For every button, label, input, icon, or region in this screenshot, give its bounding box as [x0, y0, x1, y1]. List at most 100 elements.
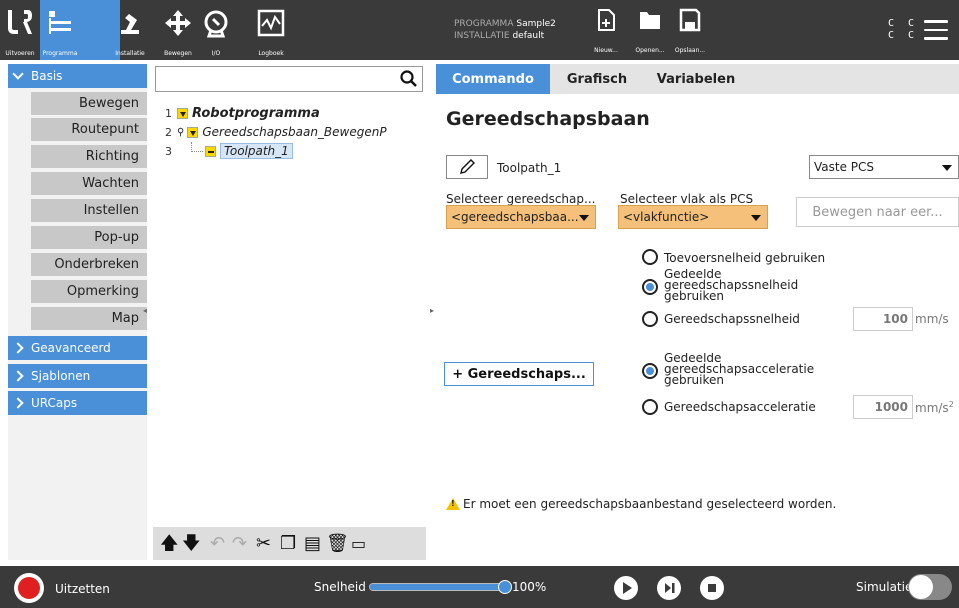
program-tab-label: Programma — [42, 50, 78, 57]
save-file-label: Opslaan... — [674, 47, 706, 54]
pcs-select[interactable]: Vaste PCS — [809, 155, 959, 179]
toolpath-file-select[interactable]: <gereedschapsbaa... — [446, 205, 596, 229]
redo-icon[interactable]: ↷ — [232, 535, 247, 553]
warning-text: Er moet een gereedschapsbaanbestand gese… — [463, 497, 837, 511]
sidebar-item-move[interactable]: Bewegen — [31, 92, 147, 117]
add-toolpath-label: + Gereedschaps... — [452, 366, 586, 382]
sidebar-item-halt[interactable]: Onderbreken — [31, 253, 147, 278]
sidebar-item-label: Onderbreken — [54, 257, 139, 272]
tab-variables-label: Variabelen — [656, 71, 736, 87]
installation-tab-label: Installatie — [115, 50, 145, 57]
collapse-right-handle-icon[interactable]: ▸ — [430, 306, 434, 315]
move-down-icon[interactable]: 🡇 — [182, 535, 201, 553]
shared-acc-line-3: gebruiken — [664, 373, 724, 387]
shared-speed-label: Gedeelde gereedschapssnelheid gebruiken — [664, 269, 798, 304]
open-file-button[interactable]: Openen... — [630, 8, 670, 58]
stop-button[interactable] — [700, 576, 724, 600]
cut-icon[interactable]: ✂ — [256, 535, 271, 553]
sidebar-item-waypoint[interactable]: Routepunt — [31, 118, 147, 143]
tab-graphics[interactable]: Grafisch — [552, 64, 642, 94]
tool-acc-unit-sup: 2 — [948, 400, 954, 409]
collapse-triangle-icon[interactable] — [177, 107, 188, 119]
simulation-toggle[interactable] — [908, 574, 952, 600]
sidebar-item-comment[interactable]: Opmerking — [31, 280, 147, 305]
speed-slider-fill — [370, 584, 508, 590]
power-off-label: Uitzetten — [55, 582, 110, 596]
warning-message: ! Er moet een gereedschapsbaanbestand ge… — [446, 497, 836, 511]
search-icon[interactable] — [400, 70, 418, 88]
installation-tab[interactable]: Installatie — [110, 0, 150, 60]
program-tab[interactable]: Programma — [40, 0, 120, 60]
shared-speed-radio[interactable] — [642, 279, 658, 295]
pin-icon: ⚲ — [177, 126, 185, 138]
feed-rate-radio[interactable] — [642, 249, 658, 265]
copy-icon[interactable]: ❐ — [280, 535, 296, 553]
tool-speed-radio[interactable] — [642, 311, 658, 327]
installation-label: INSTALLATIE — [454, 31, 510, 41]
sidebar-item-wait[interactable]: Wachten — [31, 172, 147, 197]
save-file-button[interactable]: Opslaan... — [670, 8, 710, 58]
program-info: PROGRAMMA Sample2 INSTALLATIE default — [454, 18, 556, 42]
tree-row-toolpath-1[interactable]: 3 Toolpath_1 — [165, 142, 293, 159]
program-icon — [49, 11, 71, 34]
search-input[interactable] — [155, 66, 423, 92]
tool-acceleration-radio[interactable] — [642, 399, 658, 415]
paste-icon[interactable]: ▤ — [304, 535, 321, 553]
move-up-icon[interactable]: 🡅 — [160, 535, 179, 553]
feed-rate-label: Toevoersnelheid gebruiken — [664, 251, 826, 265]
new-file-button[interactable]: Nieuw... — [586, 8, 626, 58]
sidebar-item-folder[interactable]: Map — [31, 307, 147, 332]
io-tab-label: I/O — [211, 50, 221, 57]
sidebar-item-label: Pop-up — [94, 230, 139, 245]
tab-variables[interactable]: Variabelen — [646, 64, 746, 94]
category-basis[interactable]: Basis — [8, 64, 147, 88]
collapse-triangle-icon[interactable] — [187, 126, 199, 138]
tool-speed-value: 100 — [882, 312, 908, 326]
add-toolpath-button[interactable]: + Gereedschaps... — [444, 362, 594, 386]
tree-row-number: 1 — [165, 106, 172, 120]
shared-acceleration-radio[interactable] — [642, 363, 658, 379]
category-templates[interactable]: Sjablonen — [8, 364, 147, 388]
cc-bottom: C C — [888, 30, 919, 41]
log-tab[interactable]: Logboek — [248, 0, 294, 60]
tool-speed-label: Gereedschapssnelheid — [664, 312, 800, 326]
tree-connector — [191, 142, 203, 152]
dropdown-arrow-icon — [579, 215, 589, 221]
rename-button[interactable] — [446, 155, 488, 179]
plane-feature-select[interactable]: <vlakfunctie> — [618, 205, 768, 229]
save-icon — [679, 8, 701, 32]
speed-slider-knob[interactable] — [498, 580, 512, 594]
tree-row-program[interactable]: 1 Robotprogramma — [165, 105, 320, 121]
sidebar-item-set[interactable]: Instellen — [31, 199, 147, 224]
speed-slider[interactable] — [369, 583, 509, 591]
play-icon — [623, 582, 632, 594]
power-off-button[interactable] — [14, 573, 44, 603]
sidebar-item-popup[interactable]: Pop-up — [31, 226, 147, 251]
hamburger-menu-icon[interactable] — [924, 20, 948, 40]
step-button[interactable] — [657, 576, 681, 600]
robot-arm-icon — [121, 14, 139, 34]
tool-acceleration-input[interactable]: 1000 — [853, 395, 913, 419]
program-name: Sample2 — [516, 19, 556, 29]
play-button[interactable] — [614, 576, 638, 600]
collapse-left-handle-icon[interactable]: ◂ — [143, 306, 147, 315]
dropdown-arrow-icon — [751, 215, 761, 221]
tool-speed-input[interactable]: 100 — [853, 307, 913, 331]
undo-icon[interactable]: ↶ — [210, 535, 225, 553]
delete-icon[interactable]: 🗑 — [326, 535, 349, 553]
tab-command[interactable]: Commando — [436, 64, 550, 94]
category-urcaps-label: URCaps — [31, 396, 78, 410]
chevron-right-icon — [12, 370, 24, 382]
move-to-button[interactable]: Bewegen naar eer... — [796, 197, 959, 227]
tree-row-toolpath-move[interactable]: 2 ⚲ Gereedschapsbaan_BewegenP — [165, 124, 387, 140]
tab-command-label: Commando — [452, 71, 534, 87]
sidebar-item-direction[interactable]: Richting — [31, 145, 147, 170]
cc-top: C C — [888, 18, 919, 29]
io-tab[interactable]: I/O — [196, 0, 236, 60]
tool-acceleration-unit: mm/s2 — [915, 400, 954, 415]
category-urcaps[interactable]: URCaps — [8, 391, 147, 415]
io-icon — [204, 10, 228, 38]
suppress-icon[interactable]: ▭ — [351, 535, 366, 553]
move-tab[interactable]: Bewegen — [158, 0, 198, 60]
category-advanced[interactable]: Geavanceerd — [8, 336, 147, 360]
